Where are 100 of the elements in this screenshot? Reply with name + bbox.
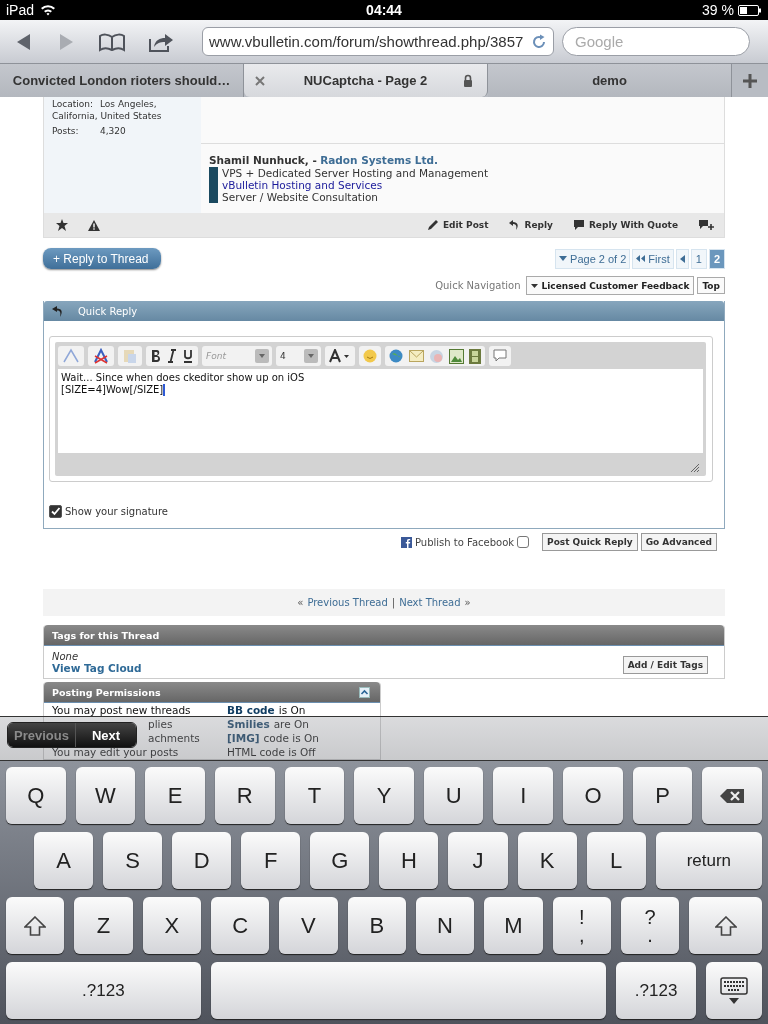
permission-state: HTML code is Off bbox=[227, 745, 316, 759]
next-thread-link[interactable]: Next Thread bbox=[399, 597, 461, 608]
signature-checkbox[interactable] bbox=[49, 505, 62, 518]
keyboard-key[interactable]: J bbox=[448, 832, 508, 889]
keyboard-key[interactable]: ! , bbox=[552, 897, 611, 954]
keyboard-key[interactable]: V bbox=[279, 897, 338, 954]
keyboard-key[interactable]: H bbox=[379, 832, 439, 889]
post-action-link[interactable]: Reply With Quote bbox=[572, 219, 678, 231]
battery-icon bbox=[738, 4, 762, 16]
image-icon[interactable] bbox=[449, 348, 464, 364]
size-select[interactable]: 4 bbox=[276, 346, 321, 366]
keyboard-key[interactable]: X bbox=[142, 897, 201, 954]
keyboard-key[interactable]: S bbox=[103, 832, 163, 889]
tag-cloud-link[interactable]: View Tag Cloud bbox=[52, 662, 142, 674]
search-field[interactable]: Google bbox=[562, 27, 750, 56]
company-link[interactable]: Radon Systems Ltd. bbox=[320, 154, 439, 166]
remove-format-icon[interactable] bbox=[92, 348, 110, 364]
keyboard-key[interactable]: Z bbox=[74, 897, 133, 954]
reply-to-thread-button[interactable]: + Reply to Thread bbox=[43, 248, 161, 269]
keyboard-key[interactable]: D bbox=[172, 832, 232, 889]
multi-quote-icon[interactable] bbox=[698, 219, 714, 231]
browser-tab[interactable]: NUCaptcha - Page 2 bbox=[244, 64, 488, 97]
film-strip-icon[interactable] bbox=[469, 348, 481, 364]
keyboard-key[interactable]: R bbox=[214, 767, 275, 824]
keyboard-key[interactable]: K bbox=[517, 832, 577, 889]
caret-icon bbox=[530, 283, 538, 288]
keyboard-key[interactable]: T bbox=[284, 767, 345, 824]
shift-arrow-icon bbox=[714, 915, 737, 936]
facebook-icon bbox=[401, 536, 412, 548]
top-button[interactable]: Top bbox=[697, 277, 725, 294]
address-field[interactable]: www.vbulletin.com/forum/showthread.php/3857 bbox=[202, 27, 554, 56]
smiley-icon[interactable] bbox=[363, 349, 377, 363]
bookmarks-book-icon[interactable] bbox=[98, 31, 126, 52]
text-color-icon[interactable] bbox=[329, 349, 351, 363]
permission-state: is On bbox=[278, 703, 306, 717]
keyboard-key[interactable]: N bbox=[415, 897, 475, 954]
facebook-checkbox[interactable] bbox=[517, 536, 530, 548]
keyboard-key[interactable] bbox=[705, 962, 762, 1019]
browser-tab[interactable]: demo bbox=[488, 64, 732, 97]
keyboard-key[interactable]: Q bbox=[6, 767, 66, 824]
edit-tags-button[interactable]: Add / Edit Tags bbox=[622, 656, 708, 674]
section-title: Posting Permissions bbox=[52, 686, 161, 698]
delete-icon bbox=[719, 787, 746, 804]
signature-link[interactable]: vBulletin Hosting and Services bbox=[222, 179, 489, 191]
italic-icon[interactable] bbox=[167, 349, 177, 363]
keyboard-key[interactable]: F bbox=[241, 832, 301, 889]
keyboard-key[interactable]: W bbox=[75, 767, 136, 824]
message-editor[interactable]: Wait... Since when does ckeditor show up on iOS [SIZE=4]Wow[/SIZE] bbox=[58, 369, 703, 453]
keyboard-key[interactable]: L bbox=[586, 832, 646, 889]
permission-link[interactable]: BB code bbox=[227, 703, 275, 717]
star-icon[interactable] bbox=[56, 219, 68, 231]
form-button[interactable]: Go Advanced bbox=[640, 533, 717, 551]
page-number-link[interactable]: 1 bbox=[690, 248, 707, 269]
section-title: Tags for this Thread bbox=[52, 629, 160, 641]
keyboard-key[interactable]: M bbox=[484, 897, 543, 954]
forum-menu-button[interactable]: Licensed Customer Feedback bbox=[525, 276, 695, 295]
first-page-link[interactable]: First bbox=[632, 248, 674, 269]
globe-link-icon[interactable] bbox=[389, 348, 404, 364]
keyboard-key[interactable]: O bbox=[563, 767, 623, 824]
keyboard-key[interactable] bbox=[702, 767, 763, 824]
permission-text: You may edit your posts bbox=[52, 746, 179, 758]
speech-bubble-icon[interactable] bbox=[493, 349, 507, 363]
permission-text: achments bbox=[148, 732, 200, 744]
resize-grip-icon[interactable] bbox=[690, 463, 700, 473]
previous-thread-link[interactable]: Previous Thread bbox=[307, 597, 388, 608]
keyboard-key[interactable]: return bbox=[655, 832, 763, 889]
previous-page-link[interactable] bbox=[675, 248, 689, 269]
wifi-icon bbox=[40, 4, 57, 16]
keyboard-key[interactable]: .?123 bbox=[616, 962, 696, 1019]
next-button[interactable]: Next bbox=[74, 723, 137, 747]
keyboard-key[interactable]: B bbox=[347, 897, 406, 954]
browser-tab[interactable]: Convicted London rioters should… bbox=[0, 64, 244, 97]
keyboard-key[interactable]: E bbox=[145, 767, 205, 824]
keyboard-key[interactable]: I bbox=[493, 767, 554, 824]
post-action-link[interactable]: Edit Post bbox=[426, 219, 489, 231]
reload-icon[interactable] bbox=[531, 33, 547, 50]
keyboard-key[interactable]: .?123 bbox=[6, 962, 201, 1019]
form-button[interactable]: Post Quick Reply bbox=[542, 533, 638, 551]
signature-line: VPS + Dedicated Server Hosting and Management bbox=[222, 167, 489, 179]
keyboard-key[interactable]: A bbox=[34, 832, 94, 889]
panel-title: Quick Reply bbox=[78, 305, 138, 317]
bold-icon[interactable] bbox=[150, 349, 162, 363]
collapse-icon[interactable] bbox=[359, 686, 370, 698]
info-value: Los Angeles, bbox=[100, 99, 157, 109]
underline-icon[interactable] bbox=[182, 349, 194, 363]
page-menu[interactable]: Page 2 of 2 bbox=[555, 248, 631, 269]
keyboard-key[interactable]: U bbox=[423, 767, 484, 824]
close-icon[interactable] bbox=[254, 75, 266, 87]
new-tab-plus-icon[interactable] bbox=[742, 72, 758, 89]
keyboard-key[interactable]: ? . bbox=[620, 897, 680, 954]
post-action-link[interactable]: Reply bbox=[508, 219, 553, 231]
permission-state: code is On bbox=[263, 731, 319, 745]
keyboard-key[interactable]: P bbox=[632, 767, 693, 824]
keyboard-key[interactable]: C bbox=[210, 897, 270, 954]
keyboard-key[interactable]: G bbox=[310, 832, 370, 889]
keyboard-key[interactable] bbox=[6, 897, 65, 954]
warning-icon[interactable] bbox=[88, 219, 100, 231]
permission-link[interactable]: [IMG] bbox=[227, 731, 260, 745]
permission-link[interactable]: Smilies bbox=[227, 717, 270, 731]
keyboard-key[interactable]: Y bbox=[354, 767, 414, 824]
